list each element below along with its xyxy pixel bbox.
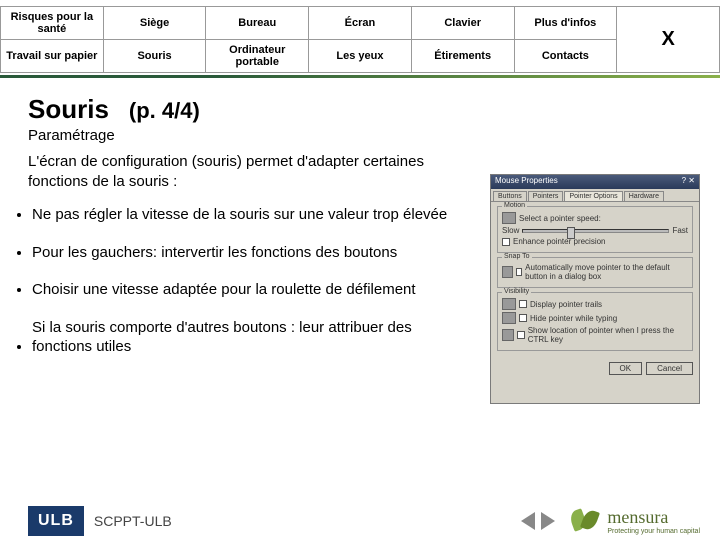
trails-checkbox[interactable] [519,300,527,308]
dialog-title: Mouse Properties [495,176,558,188]
precision-label: Enhance pointer precision [513,237,606,246]
next-arrow-icon[interactable] [541,512,555,530]
prev-arrow-icon[interactable] [521,512,535,530]
precision-checkbox[interactable] [502,238,510,246]
dialog-controls[interactable]: ? ✕ [682,176,695,188]
speed-slider[interactable] [522,229,669,233]
nav-souris[interactable]: Souris [103,40,206,73]
nav-risques[interactable]: Risques pour la santé [1,7,104,40]
nav-plus-infos[interactable]: Plus d'infos [514,7,617,40]
ctrl-label: Show location of pointer when I press th… [528,326,688,344]
page-indicator: (p. 4/4) [129,98,200,124]
hide-checkbox[interactable] [519,314,527,322]
snap-icon [502,266,513,278]
trails-label: Display pointer trails [530,300,602,309]
snap-label: Automatically move pointer to the defaul… [525,263,688,281]
group-vis-title: Visibility [502,288,531,295]
intro-text: L'écran de configuration (souris) permet… [28,152,458,191]
dialog-tabs: Buttons Pointers Pointer Options Hardwar… [491,189,699,202]
hide-icon [502,312,516,324]
nav-bureau[interactable]: Bureau [206,7,309,40]
tab-hardware[interactable]: Hardware [624,191,664,201]
list-item: Pour les gauchers: intervertir les fonct… [32,243,458,263]
snap-checkbox[interactable] [516,268,522,276]
nav-clavier[interactable]: Clavier [411,7,514,40]
nav-contacts[interactable]: Contacts [514,40,617,73]
group-snap: Snap To Automatically move pointer to th… [497,257,693,288]
slow-label: Slow [502,226,519,235]
motion-label: Select a pointer speed: [519,214,601,223]
tab-buttons[interactable]: Buttons [493,191,527,201]
list-item: Choisir une vitesse adaptée pour la roul… [32,280,458,300]
list-item: Si la souris comporte d'autres boutons :… [32,318,458,357]
nav-les-yeux[interactable]: Les yeux [309,40,412,73]
group-motion: Motion Select a pointer speed: SlowFast … [497,206,693,253]
fast-label: Fast [672,226,688,235]
mensura-logo: mensura Protecting your human capital [567,504,700,538]
hide-label: Hide pointer while typing [530,314,617,323]
group-motion-title: Motion [502,202,527,209]
nav-travail-papier[interactable]: Travail sur papier [1,40,104,73]
nav-ecran[interactable]: Écran [309,7,412,40]
top-nav: Risques pour la santé Siège Bureau Écran… [0,6,720,73]
tab-pointers[interactable]: Pointers [528,191,564,201]
group-visibility: Visibility Display pointer trails Hide p… [497,292,693,351]
pointer-icon [502,212,516,224]
group-snap-title: Snap To [502,253,532,260]
trails-icon [502,298,516,310]
page-subtitle: Paramétrage [28,127,700,144]
ok-button[interactable]: OK [609,362,643,375]
mensura-tagline: Protecting your human capital [607,528,700,535]
page-title: Souris [28,94,109,125]
ctrl-checkbox[interactable] [517,331,524,339]
cancel-button[interactable]: Cancel [646,362,693,375]
footer: ULB SCPPT-ULB mensura Protecting your hu… [0,504,720,538]
leaf-icon [567,504,601,538]
nav-siege[interactable]: Siège [103,7,206,40]
mensura-brand: mensura [607,507,700,528]
list-item: Ne pas régler la vitesse de la souris su… [32,205,458,225]
bullet-list: Ne pas régler la vitesse de la souris su… [28,205,458,375]
nav-etirements[interactable]: Étirements [411,40,514,73]
dialog-titlebar: Mouse Properties ? ✕ [491,175,699,189]
nav-ordinateur-portable[interactable]: Ordinateur portable [206,40,309,73]
ulb-logo: ULB [28,506,84,536]
tab-pointer-options[interactable]: Pointer Options [564,191,622,201]
ctrl-icon [502,329,514,341]
footer-org: SCPPT-ULB [94,513,172,529]
close-button[interactable]: X [617,7,720,73]
mouse-properties-dialog: Mouse Properties ? ✕ Buttons Pointers Po… [490,174,700,404]
